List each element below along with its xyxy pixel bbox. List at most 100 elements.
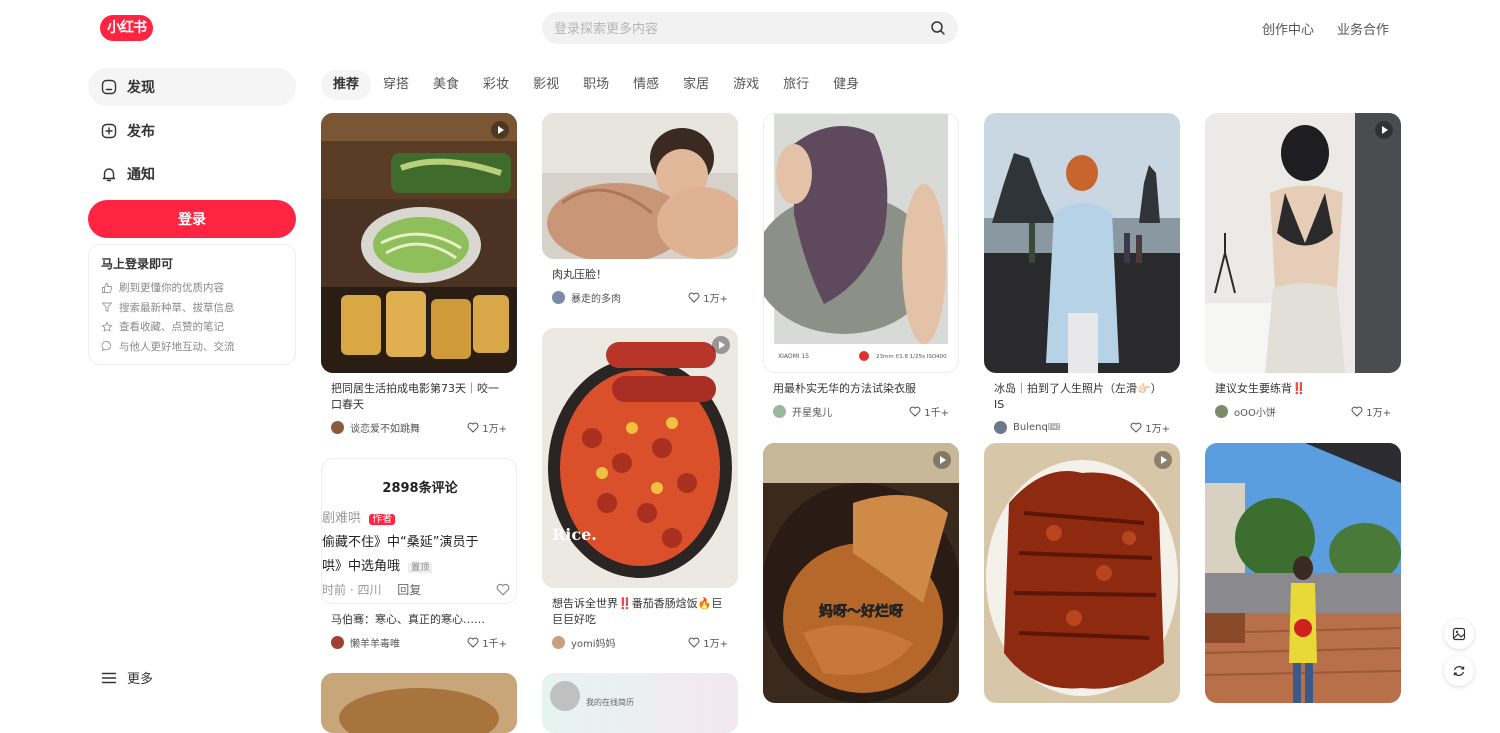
like-button[interactable]: 1千+ bbox=[909, 404, 949, 419]
author-name[interactable]: yomi妈妈 bbox=[571, 635, 688, 650]
note-cover[interactable]: 我的在线简历 bbox=[542, 673, 738, 733]
tab-fitness[interactable]: 健身 bbox=[821, 70, 871, 100]
search-icon[interactable] bbox=[930, 20, 946, 36]
sidebar-item-discover[interactable]: 发现 bbox=[88, 68, 296, 106]
tab-makeup[interactable]: 彩妆 bbox=[471, 70, 521, 100]
note-card[interactable]: 建议女生要练背‼️ oOO小饼 1万+ bbox=[1205, 113, 1401, 419]
like-count: 1万+ bbox=[1366, 407, 1391, 419]
search-input[interactable] bbox=[542, 12, 916, 46]
like-button[interactable]: 1万+ bbox=[1351, 404, 1391, 419]
business-cooperation-link[interactable]: 业务合作 bbox=[1337, 19, 1389, 38]
note-cover[interactable] bbox=[1205, 113, 1401, 373]
note-card[interactable]: Rice. 想告诉全世界‼️番茄香肠焓饭🔥巨巨巨好吃 yomi妈妈 1万+ bbox=[542, 328, 738, 650]
note-card[interactable] bbox=[321, 673, 517, 733]
benefit-item: 查看收藏、点赞的笔记 bbox=[101, 317, 283, 337]
benefit-item: 搜索最新种草、拔草信息 bbox=[101, 298, 283, 318]
note-card[interactable]: 把同居生活拍成电影第73天｜咬一口春天 谈恋爱不如跳舞 1万+ bbox=[321, 113, 517, 435]
note-card[interactable]: 2898条评论 剧难哄 作者 偷藏不住》中“桑延”演员于 哄》中选角哦 置顶 时… bbox=[321, 458, 517, 650]
note-title[interactable]: 马伯骞：寒心、真正的寒心…… bbox=[331, 612, 507, 628]
note-meta: 暴走的多肉 1万+ bbox=[552, 289, 728, 305]
star-icon bbox=[101, 321, 113, 332]
like-count: 1万+ bbox=[703, 638, 728, 650]
like-button[interactable]: 1万+ bbox=[1130, 420, 1170, 435]
note-cover[interactable] bbox=[542, 113, 738, 259]
tab-travel[interactable]: 旅行 bbox=[771, 70, 821, 100]
tab-emotion[interactable]: 情感 bbox=[621, 70, 671, 100]
note-title[interactable]: 想告诉全世界‼️番茄香肠焓饭🔥巨巨巨好吃 bbox=[552, 596, 728, 628]
avatar[interactable] bbox=[331, 635, 344, 649]
heart-icon bbox=[467, 637, 479, 648]
note-title[interactable]: 把同居生活拍成电影第73天｜咬一口春天 bbox=[331, 381, 507, 413]
photo-device-caption: XIAOMI 15 bbox=[778, 353, 809, 360]
note-card[interactable]: 冰岛｜拍到了人生照片（左滑👉🏻）IS Bulenq🎟 1万+ bbox=[984, 113, 1180, 435]
more-menu-button[interactable]: 更多 bbox=[101, 668, 153, 687]
login-button[interactable]: 登录 bbox=[88, 200, 296, 238]
video-play-icon bbox=[491, 121, 509, 139]
author-name[interactable]: 开星鬼儿 bbox=[792, 404, 909, 419]
menu-icon bbox=[101, 672, 117, 683]
avatar[interactable] bbox=[331, 420, 344, 434]
note-title[interactable]: 用最朴实无华的方法试染衣服 bbox=[773, 381, 949, 397]
avatar[interactable] bbox=[994, 420, 1007, 434]
tab-career[interactable]: 职场 bbox=[571, 70, 621, 100]
note-cover[interactable] bbox=[984, 113, 1180, 373]
note-card[interactable]: 我的在线简历 bbox=[542, 673, 738, 733]
note-cover[interactable]: XIAOMI 15 23mm f/1.8 1/25s ISO400 bbox=[763, 113, 959, 373]
tab-recommend[interactable]: 推荐 bbox=[321, 70, 372, 100]
image-search-button[interactable] bbox=[1444, 619, 1474, 649]
note-title[interactable]: 建议女生要练背‼️ bbox=[1215, 381, 1391, 397]
like-button[interactable]: 1千+ bbox=[467, 635, 507, 650]
image-icon bbox=[1452, 627, 1466, 641]
benefit-text: 与他人更好地互动、交流 bbox=[119, 340, 235, 353]
avatar[interactable] bbox=[1215, 404, 1228, 418]
refresh-button[interactable] bbox=[1444, 656, 1474, 686]
tab-games[interactable]: 游戏 bbox=[721, 70, 771, 100]
search-filter-icon bbox=[102, 302, 112, 313]
note-card[interactable]: 肉丸压脸！ 暴走的多肉 1万+ bbox=[542, 113, 738, 305]
note-cover[interactable] bbox=[321, 113, 517, 373]
sidebar-item-publish[interactable]: 发布 bbox=[88, 112, 296, 150]
like-button[interactable]: 1万+ bbox=[688, 635, 728, 650]
note-cover[interactable]: 妈呀～好烂呀 bbox=[763, 443, 959, 703]
sidebar-item-label: 发现 bbox=[127, 80, 155, 96]
comment-count: 2898条评论 bbox=[382, 481, 458, 496]
comment-line: 哄》中选角哦 置顶 bbox=[322, 555, 433, 574]
like-button[interactable]: 1万+ bbox=[467, 420, 507, 435]
note-title[interactable]: 肉丸压脸！ bbox=[552, 267, 728, 283]
author-name[interactable]: Bulenq🎟 bbox=[1013, 422, 1130, 433]
like-button[interactable]: 1万+ bbox=[688, 290, 728, 305]
note-cover[interactable] bbox=[1205, 443, 1401, 703]
benefit-item: 刷到更懂你的优质内容 bbox=[101, 278, 283, 298]
note-card[interactable] bbox=[984, 443, 1180, 703]
author-name[interactable]: 懒羊羊毒唯 bbox=[350, 635, 467, 650]
note-card[interactable] bbox=[1205, 443, 1401, 703]
bell-icon bbox=[102, 168, 116, 182]
tab-movies[interactable]: 影视 bbox=[521, 70, 571, 100]
avatar[interactable] bbox=[552, 290, 565, 304]
brand-logo[interactable]: 小红书 bbox=[100, 15, 153, 41]
heart-icon bbox=[1351, 406, 1363, 417]
heart-icon bbox=[467, 422, 479, 433]
tab-outfit[interactable]: 穿搭 bbox=[371, 70, 421, 100]
note-card[interactable]: XIAOMI 15 23mm f/1.8 1/25s ISO400 用最朴实无华… bbox=[763, 113, 959, 419]
note-cover[interactable]: 2898条评论 剧难哄 作者 偷藏不住》中“桑延”演员于 哄》中选角哦 置顶 时… bbox=[321, 458, 517, 604]
like-count: 1万+ bbox=[1145, 423, 1170, 435]
search-bar[interactable] bbox=[542, 12, 958, 46]
note-card[interactable]: 妈呀～好烂呀 bbox=[763, 443, 959, 703]
note-cover[interactable] bbox=[321, 673, 517, 733]
creator-center-link[interactable]: 创作中心 bbox=[1262, 19, 1314, 38]
note-title[interactable]: 冰岛｜拍到了人生照片（左滑👉🏻）IS bbox=[994, 381, 1170, 413]
cover-overlay-text: 我的在线简历 bbox=[586, 698, 634, 707]
sidebar-item-notifications[interactable]: 通知 bbox=[88, 155, 296, 193]
author-name[interactable]: 暴走的多肉 bbox=[571, 290, 688, 305]
video-play-icon bbox=[1375, 121, 1393, 139]
tab-home[interactable]: 家居 bbox=[671, 70, 721, 100]
note-cover[interactable] bbox=[984, 443, 1180, 703]
author-name[interactable]: oOO小饼 bbox=[1234, 404, 1351, 419]
like-count: 1万+ bbox=[703, 293, 728, 305]
avatar[interactable] bbox=[552, 635, 565, 649]
avatar[interactable] bbox=[773, 404, 786, 418]
author-name[interactable]: 谈恋爱不如跳舞 bbox=[350, 420, 467, 435]
tab-food[interactable]: 美食 bbox=[421, 70, 471, 100]
note-cover[interactable]: Rice. bbox=[542, 328, 738, 588]
